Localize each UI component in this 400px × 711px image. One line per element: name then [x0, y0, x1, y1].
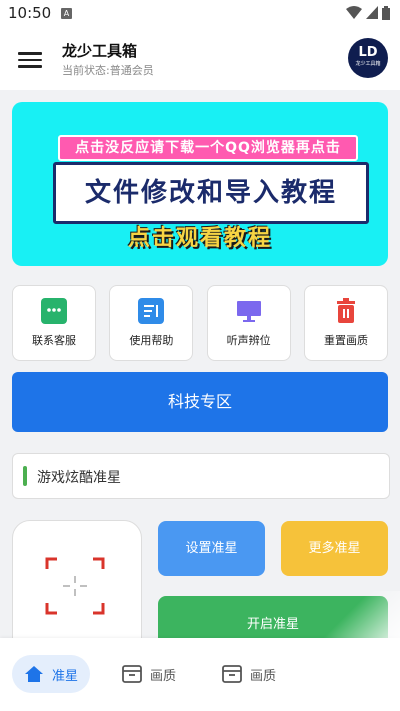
status-bar: 10:50 A	[0, 0, 400, 28]
game-selector[interactable]: 游戏炫酷准星	[12, 453, 390, 499]
box-icon	[222, 665, 242, 683]
accent-bar	[23, 466, 27, 486]
app-title: 龙少工具箱	[62, 42, 138, 60]
banner-hint: 点击没反应请下载一个QQ浏览器再点击	[58, 135, 358, 161]
contact-support-button[interactable]: 联系客服	[12, 285, 96, 361]
banner-title: 文件修改和导入教程	[53, 162, 369, 224]
chat-icon	[41, 298, 67, 324]
tool-label: 重置画质	[323, 334, 368, 347]
tool-label: 听声辨位	[226, 334, 271, 347]
trash-icon	[333, 298, 359, 324]
nav-crosshair[interactable]: 准星	[12, 655, 90, 693]
avatar[interactable]: LD 龙少工具箱	[348, 38, 388, 78]
home-icon	[24, 666, 43, 682]
tech-zone-button[interactable]: 科技专区	[12, 372, 388, 432]
tool-label: 联系客服	[32, 334, 76, 347]
more-crosshair-button[interactable]: 更多准星	[281, 521, 388, 576]
monitor-icon	[236, 298, 262, 324]
signal-icon	[366, 6, 378, 19]
banner-cta: 点击观看教程	[127, 226, 272, 251]
status-icons	[346, 6, 390, 20]
logo-text: 龙少工具箱	[355, 61, 381, 67]
tool-grid: 联系客服 使用帮助 听声辨位 重置画质	[12, 285, 388, 362]
status-time: 10:50	[8, 4, 52, 22]
reset-quality-button[interactable]: 重置画质	[303, 285, 388, 361]
game-selector-label: 游戏炫酷准星	[37, 470, 121, 486]
nav-label: 准星	[51, 668, 78, 684]
battery-icon	[382, 6, 390, 20]
tool-label: 使用帮助	[129, 334, 174, 347]
nav-quality-2[interactable]: 画质	[222, 655, 276, 693]
box-icon	[122, 665, 142, 683]
notification-icon: A	[61, 8, 72, 19]
sound-locate-button[interactable]: 听声辨位	[206, 285, 291, 361]
set-crosshair-button[interactable]: 设置准星	[158, 521, 265, 576]
membership-status: 当前状态:普通会员	[62, 64, 154, 77]
nav-quality[interactable]: 画质	[122, 655, 176, 693]
bottom-nav: 准星 画质 画质	[0, 638, 400, 711]
menu-icon[interactable]	[18, 48, 42, 70]
app-bar: 龙少工具箱 当前状态:普通会员 LD 龙少工具箱	[0, 28, 400, 90]
wifi-icon	[346, 6, 362, 19]
nav-label: 画质	[150, 668, 177, 684]
logo-mark: LD	[358, 45, 378, 60]
tutorial-banner[interactable]: 点击没反应请下载一个QQ浏览器再点击 文件修改和导入教程 点击观看教程	[12, 102, 388, 266]
nav-label: 画质	[250, 668, 277, 684]
usage-help-button[interactable]: 使用帮助	[109, 285, 194, 361]
document-icon	[138, 298, 165, 324]
